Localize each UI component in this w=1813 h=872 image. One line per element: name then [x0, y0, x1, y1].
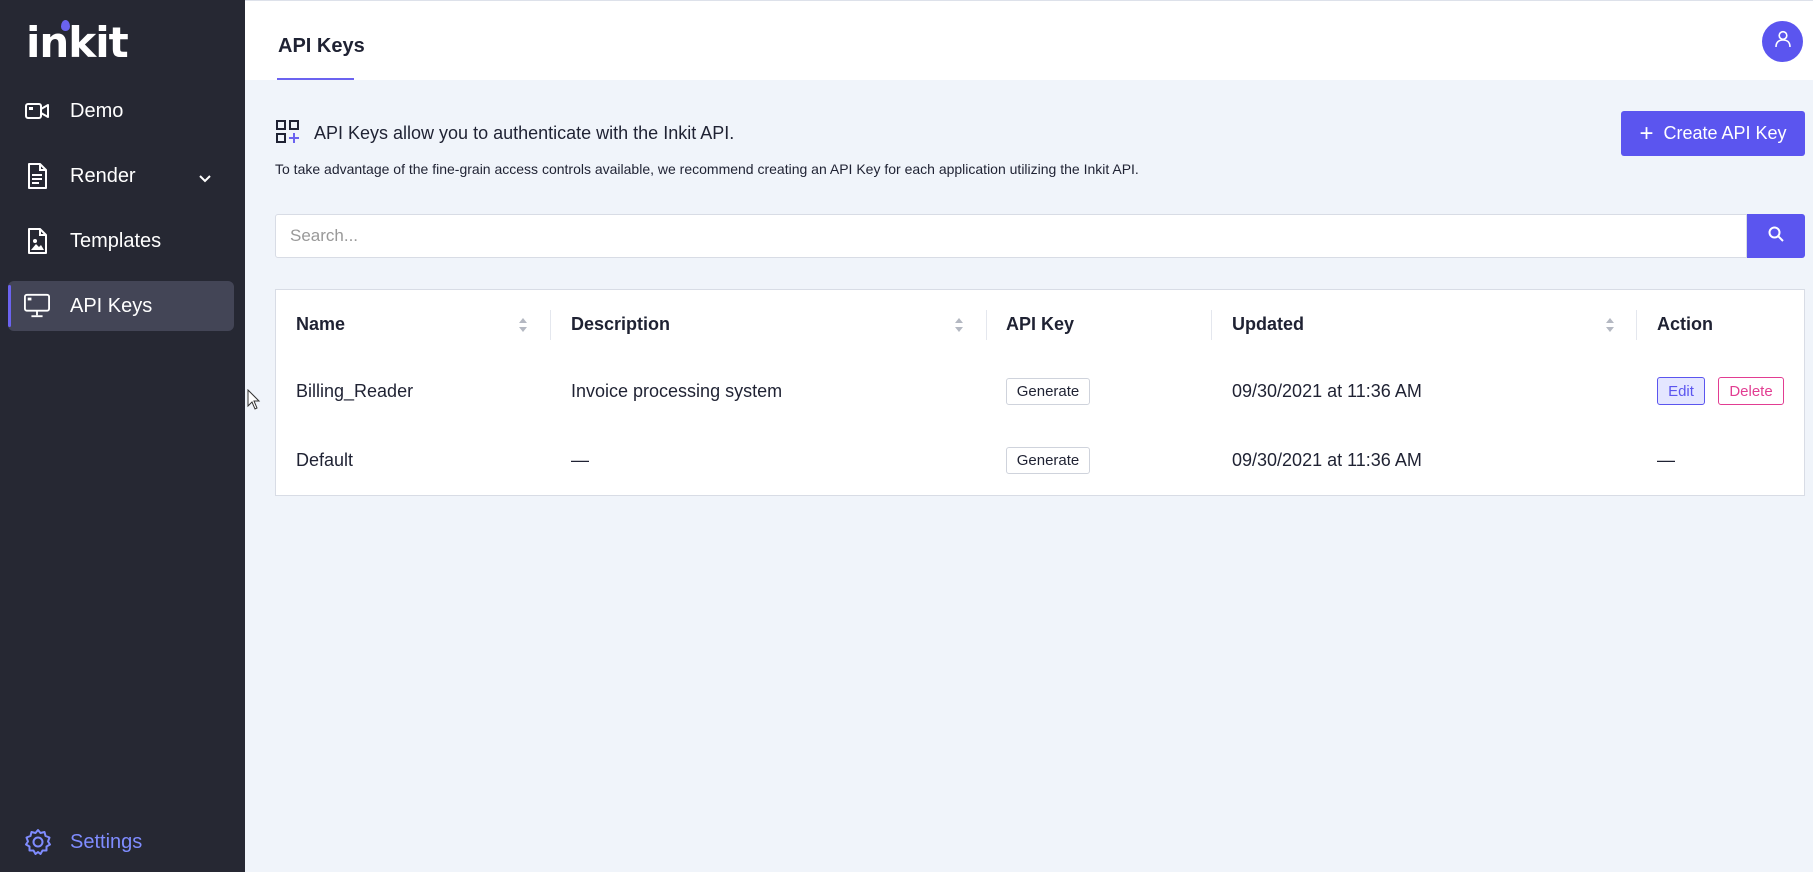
api-keys-table: Name Description API Key Updated Action … — [275, 289, 1805, 496]
settings-label: Settings — [70, 830, 143, 853]
column-divider — [986, 310, 987, 340]
intro-text: API Keys allow you to authenticate with … — [314, 122, 735, 143]
api-grid-icon — [276, 120, 302, 146]
generate-button[interactable]: Generate — [1006, 447, 1090, 474]
sidebar-item-label: Templates — [70, 229, 162, 252]
sort-icon[interactable] — [1605, 316, 1615, 334]
column-divider — [1211, 310, 1212, 340]
sidebar-item-label: Render — [70, 164, 136, 187]
monitor-icon — [24, 293, 50, 319]
column-header-api-key: API Key — [1006, 314, 1075, 334]
row-updated: 09/30/2021 at 11:36 AM — [1232, 381, 1422, 401]
inkit-logo[interactable]: inkit — [26, 18, 129, 67]
sort-icon[interactable] — [518, 316, 528, 334]
sort-icon[interactable] — [954, 316, 964, 334]
delete-button[interactable]: Delete — [1718, 377, 1784, 405]
gear-icon — [24, 828, 52, 856]
sidebar-item-api-keys[interactable]: API Keys — [8, 281, 234, 331]
sidebar-item-demo[interactable]: Demo — [8, 86, 234, 136]
row-description: Invoice processing system — [571, 381, 783, 401]
column-header-description[interactable]: Description — [571, 314, 670, 335]
column-divider — [550, 310, 551, 340]
row-name: Default — [296, 450, 354, 470]
search-input[interactable]: Search... — [275, 214, 1747, 258]
sidebar-item-label: API Keys — [70, 294, 153, 317]
row-name: Billing_Reader — [296, 381, 414, 401]
generate-button[interactable]: Generate — [1006, 378, 1090, 405]
top-bar: API Keys — [245, 0, 1813, 80]
sidebar-item-render[interactable]: Render — [8, 151, 234, 201]
image-file-icon — [24, 228, 50, 254]
user-avatar-button[interactable] — [1762, 21, 1803, 62]
logo-drop-mark — [61, 20, 70, 31]
column-header-action: Action — [1657, 314, 1713, 334]
sidebar: inkit Demo Render Templates API Keys Set… — [0, 0, 245, 872]
row-description: — — [571, 450, 589, 470]
sidebar-item-label: Demo — [70, 99, 124, 122]
row-action-empty: — — [1657, 450, 1675, 470]
document-icon — [24, 163, 50, 189]
plus-icon: + — [1639, 119, 1654, 147]
search-icon — [1768, 226, 1784, 247]
intro-line: API Keys allow you to authenticate with … — [276, 120, 734, 146]
intro-subtext: To take advantage of the fine-grain acce… — [275, 161, 1139, 177]
edit-button[interactable]: Edit — [1657, 377, 1705, 405]
user-icon — [1774, 30, 1792, 53]
mouse-cursor-icon — [247, 388, 261, 416]
sidebar-item-settings[interactable]: Settings — [8, 817, 142, 867]
row-updated: 09/30/2021 at 11:36 AM — [1232, 450, 1422, 470]
create-api-key-label: Create API Key — [1663, 123, 1787, 143]
column-header-name[interactable]: Name — [296, 314, 345, 335]
active-tab-indicator — [277, 78, 354, 80]
search-button[interactable] — [1747, 214, 1805, 258]
column-header-updated[interactable]: Updated — [1232, 314, 1304, 335]
chevron-down-icon[interactable] — [198, 167, 212, 190]
create-api-key-button[interactable]: + Create API Key — [1621, 111, 1805, 156]
tab-api-keys[interactable]: API Keys — [278, 35, 365, 58]
video-camera-icon — [24, 98, 50, 124]
column-divider — [1636, 310, 1637, 340]
sidebar-item-templates[interactable]: Templates — [8, 216, 234, 266]
